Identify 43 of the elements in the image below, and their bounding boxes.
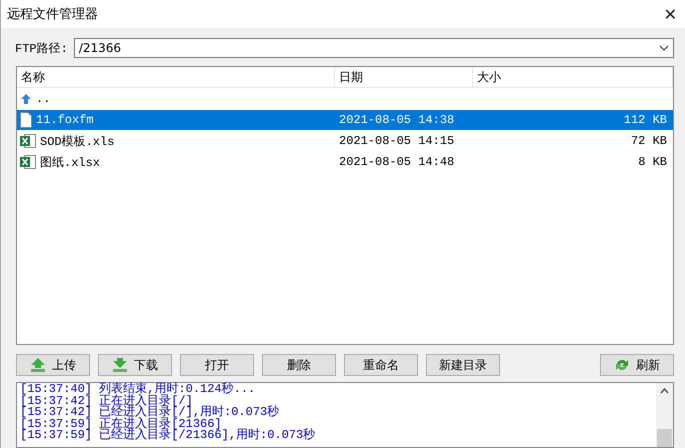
scroll-up-icon[interactable]	[660, 388, 669, 394]
log-line: [15:37:42] 正在进入目录[/]	[20, 396, 193, 407]
download-icon	[112, 358, 128, 372]
path-combobox[interactable]: /21366	[74, 38, 674, 58]
toolbar-button[interactable]: 上传	[16, 354, 90, 376]
file-size: 72 KB	[630, 134, 668, 148]
spreadsheet-icon	[20, 133, 36, 149]
file-icon	[20, 112, 32, 128]
toolbar-button[interactable]: 删除	[262, 354, 336, 376]
file-size: 8 KB	[637, 155, 668, 169]
toolbar-button[interactable]: 打开	[180, 354, 254, 376]
toolbar-button[interactable]: 重命名	[344, 354, 418, 376]
file-name: 图纸.xlsx	[40, 154, 100, 170]
toolbar-button[interactable]: 刷新	[600, 354, 674, 376]
scrollbar-thumb[interactable]	[657, 429, 672, 447]
column-header[interactable]: 名称	[17, 67, 335, 87]
refresh-icon	[614, 357, 630, 373]
path-label: FTP路径:	[15, 40, 68, 56]
file-date: 2021-08-05 14:38	[338, 113, 456, 127]
chevron-down-icon	[659, 45, 669, 51]
spreadsheet-icon	[20, 154, 36, 170]
file-size: 112 KB	[622, 113, 668, 127]
column-header[interactable]: 日期	[335, 67, 473, 87]
window-title: 远程文件管理器	[7, 6, 98, 23]
file-row[interactable]: ..	[17, 89, 673, 109]
file-date: 2021-08-05 14:15	[338, 134, 456, 148]
file-row[interactable]: 11.foxfm 2021-08-05 14:38 112 KB	[17, 110, 673, 130]
file-name: ..	[36, 92, 50, 106]
toolbar-button[interactable]: 下载	[98, 354, 172, 376]
log-line: [15:37:59] 已经进入目录[/21366],用时:0.073秒	[20, 430, 316, 442]
close-button[interactable]: ✕	[664, 4, 677, 24]
log-line: [15:37:59] 正在进入目录[21366]	[20, 418, 222, 430]
file-name: SOD模板.xls	[40, 134, 114, 150]
column-header[interactable]: 大小	[473, 67, 673, 87]
file-date: 2021-08-05 14:48	[338, 155, 456, 169]
toolbar-button[interactable]: 新建目录	[426, 354, 500, 376]
up-arrow-icon	[20, 93, 32, 105]
upload-icon	[30, 358, 46, 372]
file-row[interactable]: SOD模板.xls 2021-08-05 14:15 72 KB	[17, 131, 673, 151]
log-line: [15:37:42] 已经进入目录[/],用时:0.073秒	[20, 407, 280, 418]
log-line: [15:37:40] 列表结束,用时:0.124秒...	[20, 384, 256, 396]
file-name: 11.foxfm	[36, 113, 94, 127]
file-row[interactable]: 图纸.xlsx 2021-08-05 14:48 8 KB	[17, 152, 673, 172]
